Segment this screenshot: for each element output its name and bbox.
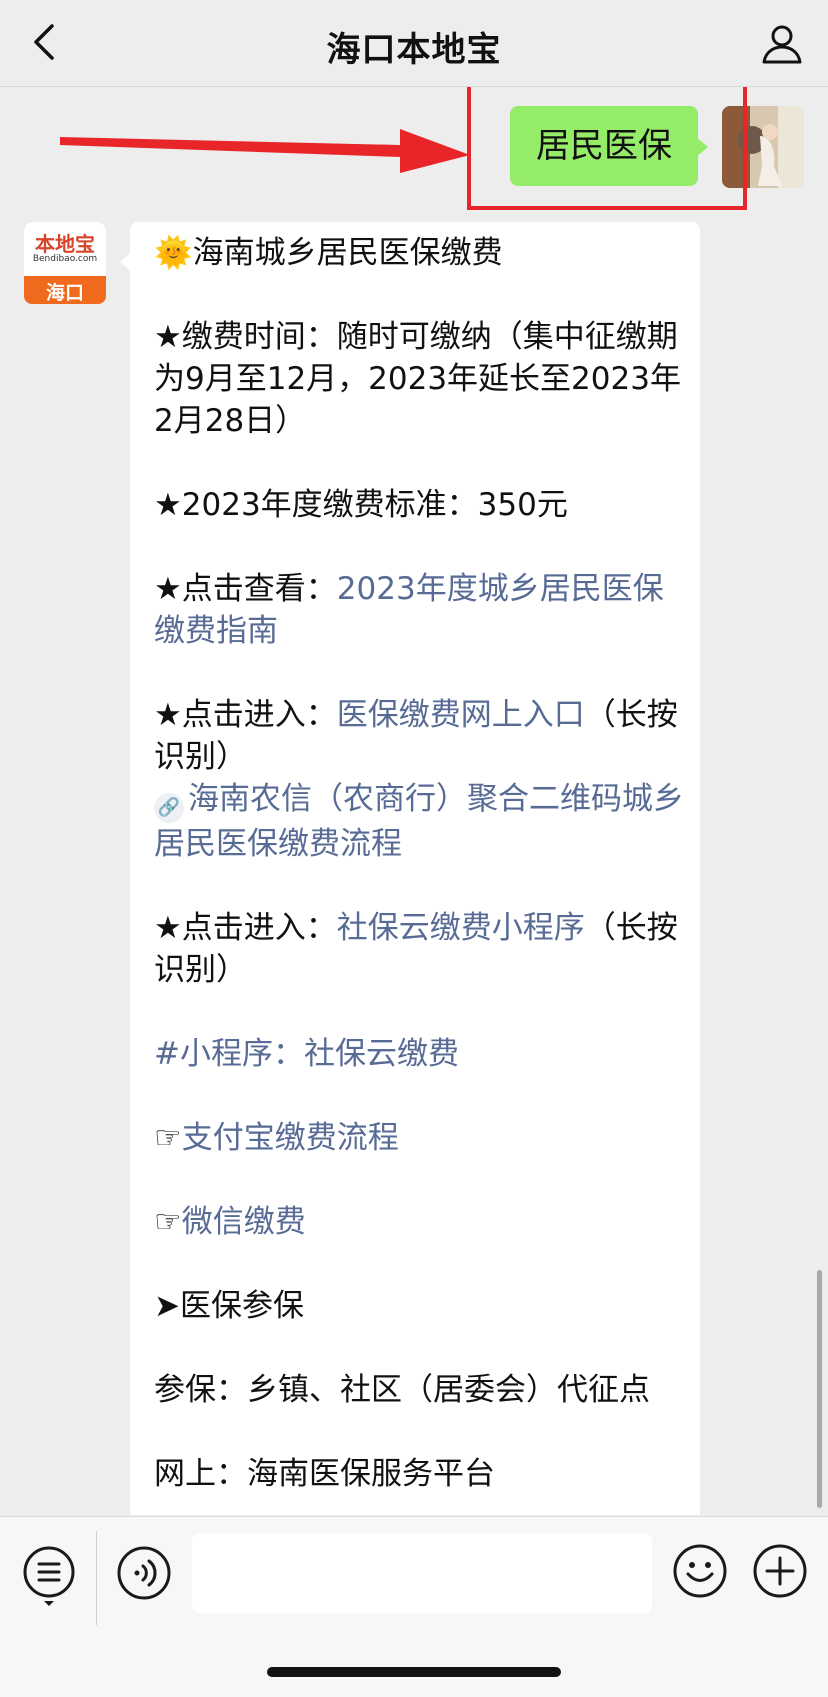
message-title-line: 🌞海南城乡居民医保缴费 — [154, 232, 684, 274]
pay-time: ★缴费时间：随时可缴纳（集中征缴期为9月至12月，2023年延长至2023年2月… — [154, 319, 681, 439]
guide-prefix: ★点击查看： — [154, 571, 337, 607]
sun-icon: 🌞 — [154, 235, 193, 271]
scrollbar[interactable] — [817, 1270, 822, 1508]
sender-avatar[interactable]: 本地宝 Bendibao.com 海口 — [24, 222, 106, 304]
wechat-pay-link[interactable]: 微信缴费 — [182, 1204, 306, 1240]
miniapp-tag-link[interactable]: #小程序：社保云缴费 — [154, 1033, 684, 1075]
voice-icon[interactable] — [116, 1545, 172, 1601]
online-line: ★点击进入：医保缴费网上入口（长按识别） — [154, 694, 684, 778]
message-input[interactable] — [192, 1533, 652, 1613]
wechat-line: ☞微信缴费 — [154, 1201, 684, 1243]
message-title: 海南城乡居民医保缴费 — [192, 235, 503, 271]
miniapp-line: ★点击进入：社保云缴费小程序（长按识别） — [154, 907, 684, 991]
avatar-brand-sub: Bendibao.com — [32, 254, 98, 264]
section-heading: ➤医保参保 — [154, 1288, 304, 1324]
online-prefix: ★点击进入： — [154, 697, 337, 733]
guide-line: ★点击查看：2023年度城乡居民医保缴费指南 — [154, 568, 684, 652]
chat-area[interactable]: 居民医保 本地宝 Bendibao.com 海口 🌞海南城乡居民医保缴费 ★缴费… — [0, 87, 828, 1515]
emoji-icon[interactable] — [672, 1543, 728, 1599]
bottom-input-bar — [0, 1516, 828, 1697]
nongxin-link[interactable]: 海南农信（农商行）聚合二维码城乡居民医保缴费流程 — [154, 781, 684, 862]
divider — [96, 1531, 97, 1625]
nongxin-line: 🔗 海南农信（农商行）聚合二维码城乡居民医保缴费流程 — [154, 778, 684, 865]
top-navbar: 海口本地宝 — [0, 0, 828, 87]
partial-line: 网上：海南医保服务平台 — [154, 1456, 495, 1492]
chat-title: 海口本地宝 — [326, 30, 502, 70]
home-indicator[interactable] — [267, 1667, 561, 1677]
alipay-link[interactable]: 支付宝缴费流程 — [182, 1120, 399, 1156]
miniapp-prefix: ★点击进入： — [154, 910, 337, 946]
annotation-highlight-box — [467, 87, 747, 210]
alipay-line: ☞支付宝缴费流程 — [154, 1117, 684, 1159]
link-icon: 🔗 — [154, 793, 184, 823]
person-icon[interactable] — [758, 20, 806, 68]
pay-standard: ★2023年度缴费标准：350元 — [154, 487, 568, 523]
enroll-text: 参保：乡镇、社区（居委会）代征点 — [154, 1372, 650, 1408]
annotation-arrow — [60, 129, 470, 173]
avatar-city: 海口 — [45, 282, 84, 304]
online-entry-link[interactable]: 医保缴费网上入口 — [337, 697, 585, 733]
menu-list-icon[interactable] — [22, 1545, 76, 1607]
pointing-hand-icon: ☞ — [154, 1120, 182, 1156]
miniapp-link[interactable]: 社保云缴费小程序 — [337, 910, 585, 946]
message-content: 🌞海南城乡居民医保缴费 ★缴费时间：随时可缴纳（集中征缴期为9月至12月，202… — [154, 232, 684, 1495]
pointing-hand-icon: ☞ — [154, 1204, 182, 1240]
plus-icon[interactable] — [752, 1543, 808, 1599]
avatar-brand: 本地宝 — [35, 232, 95, 256]
incoming-message-bubble[interactable]: 🌞海南城乡居民医保缴费 ★缴费时间：随时可缴纳（集中征缴期为9月至12月，202… — [130, 222, 700, 1515]
